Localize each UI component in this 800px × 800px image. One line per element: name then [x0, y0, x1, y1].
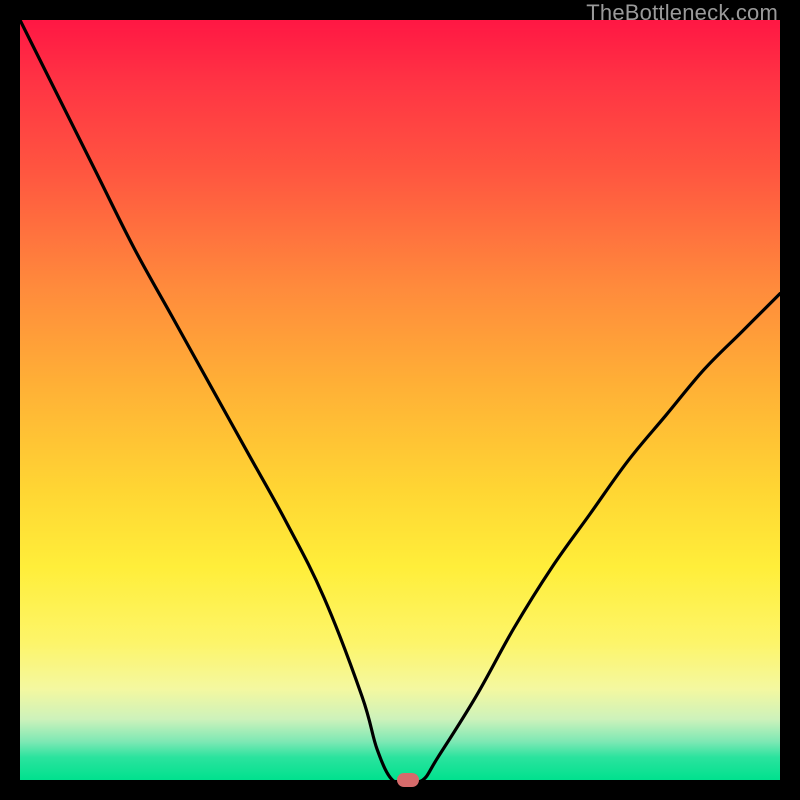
optimum-marker: [397, 773, 419, 787]
bottleneck-curve: [20, 20, 780, 780]
chart-frame: TheBottleneck.com: [0, 0, 800, 800]
plot-area: [20, 20, 780, 780]
